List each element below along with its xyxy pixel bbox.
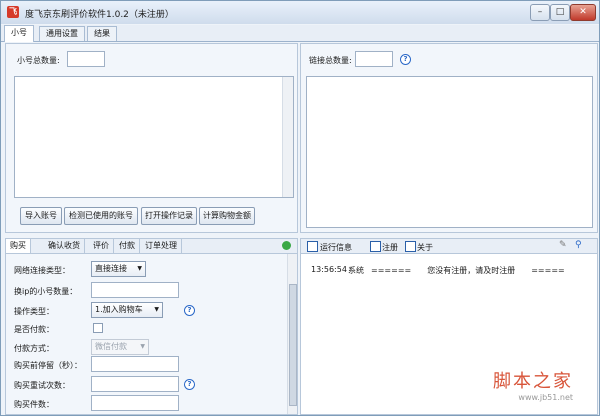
network-type-select[interactable]: 直接连接 ▼	[91, 261, 146, 277]
paid-label: 是否付款：	[14, 325, 54, 334]
watermark-url: www.jb51.net	[518, 393, 573, 402]
main-tab-bar: 小号 通用设置 结果	[1, 25, 599, 42]
operation-type-label: 操作类型：	[14, 307, 54, 316]
help-icon[interactable]: ?	[184, 305, 195, 316]
about-icon	[405, 241, 416, 252]
calculate-amount-button[interactable]: 计算购物金额	[199, 207, 255, 225]
app-logo-icon: 飞	[7, 6, 19, 18]
title-bar[interactable]: 飞 度飞京东刷评价软件1.0.2（未注册） – □ ✕	[1, 1, 599, 24]
link-count-input[interactable]	[355, 51, 393, 67]
tab-purchase[interactable]: 购买	[6, 239, 31, 253]
register-icon	[370, 241, 381, 252]
quantity-label: 购买件数：	[14, 400, 54, 409]
pay-method-value: 微信付款	[95, 342, 127, 351]
operation-scrollbar[interactable]	[287, 254, 297, 414]
quantity-input[interactable]	[91, 395, 179, 411]
tab-accounts[interactable]: 小号	[4, 25, 34, 42]
log-message: ====== 您没有注册，请及时注册 =====	[371, 266, 565, 275]
operation-panel: 购买 确认收货 评价 付款 订单处理 网络连接类型： 直接连接 ▼ 换ip的小号数…	[5, 238, 298, 415]
tab-order-processing[interactable]: 订单处理	[141, 239, 182, 253]
run-icon[interactable]	[282, 241, 291, 250]
log-panel: 运行信息 注册 关于 ✎ ⚲ 13:56:54 系统 ====== 您没有注册，…	[300, 238, 598, 415]
account-count-label: 小号总数量:	[17, 56, 60, 65]
eraser-icon[interactable]: ✎	[559, 240, 567, 250]
log-time: 13:56:54	[311, 265, 347, 274]
main-window: 飞 度飞京东刷评价软件1.0.2（未注册） – □ ✕ 小号 通用设置 结果 小…	[0, 0, 600, 416]
chevron-down-icon: ▼	[137, 265, 142, 272]
ip-switch-input[interactable]	[91, 282, 179, 298]
help-icon[interactable]: ?	[184, 379, 195, 390]
account-count-input[interactable]	[67, 51, 105, 67]
accounts-panel: 小号总数量: 导入账号 检测已使用的账号 打开操作记录 计算购物金额	[5, 43, 298, 233]
tab-about[interactable]: 关于	[417, 242, 433, 253]
tab-confirm-receipt[interactable]: 确认收货	[44, 239, 85, 253]
help-icon[interactable]: ?	[400, 54, 411, 65]
retry-count-label: 购买重试次数：	[14, 381, 70, 390]
links-textarea[interactable]	[306, 76, 593, 228]
minimize-button[interactable]: –	[530, 4, 550, 21]
tab-run-info[interactable]: 运行信息	[320, 242, 352, 253]
log-tab-bar: 运行信息 注册 关于 ✎ ⚲	[301, 239, 597, 254]
pay-method-label: 付款方式：	[14, 344, 54, 353]
watermark-title: 脚本之家	[493, 371, 573, 392]
log-source: 系统	[348, 266, 364, 275]
operation-type-value: 1.加入购物车	[95, 305, 143, 314]
window-title: 度飞京东刷评价软件1.0.2（未注册）	[25, 10, 174, 20]
retry-count-input[interactable]	[91, 376, 179, 392]
tab-register[interactable]: 注册	[382, 242, 398, 253]
tab-review[interactable]: 评价	[89, 239, 114, 253]
check-used-accounts-button[interactable]: 检测已使用的账号	[64, 207, 138, 225]
open-operation-log-button[interactable]: 打开操作记录	[141, 207, 197, 225]
paid-checkbox[interactable]	[93, 323, 103, 333]
close-button[interactable]: ✕	[570, 4, 596, 21]
operation-tab-bar: 购买 确认收货 评价 付款 订单处理	[6, 239, 297, 254]
watermark: 脚本之家 www.jb51.net	[493, 367, 573, 402]
tab-results[interactable]: 结果	[87, 26, 117, 41]
links-panel: 链接总数量: ?	[300, 43, 598, 233]
info-icon	[307, 241, 318, 252]
accounts-textarea[interactable]	[14, 76, 294, 198]
accounts-scrollbar[interactable]	[282, 77, 293, 197]
network-type-label: 网络连接类型：	[14, 266, 70, 275]
tab-payment[interactable]: 付款	[115, 239, 140, 253]
chevron-down-icon: ▼	[154, 306, 159, 313]
restore-button[interactable]: □	[550, 4, 570, 21]
chevron-down-icon: ▼	[140, 343, 145, 350]
pay-method-select[interactable]: 微信付款 ▼	[91, 339, 149, 355]
link-count-label: 链接总数量:	[309, 56, 352, 65]
ip-switch-label: 换ip的小号数量：	[14, 287, 78, 296]
tab-general-settings[interactable]: 通用设置	[39, 26, 85, 41]
stay-seconds-input[interactable]	[91, 356, 179, 372]
import-accounts-button[interactable]: 导入账号	[20, 207, 62, 225]
scrollbar-thumb[interactable]	[289, 284, 297, 406]
network-type-value: 直接连接	[95, 264, 127, 273]
stay-seconds-label: 购买前停留（秒）：	[14, 361, 82, 370]
pin-icon[interactable]: ⚲	[575, 240, 582, 250]
operation-type-select[interactable]: 1.加入购物车 ▼	[91, 302, 163, 318]
